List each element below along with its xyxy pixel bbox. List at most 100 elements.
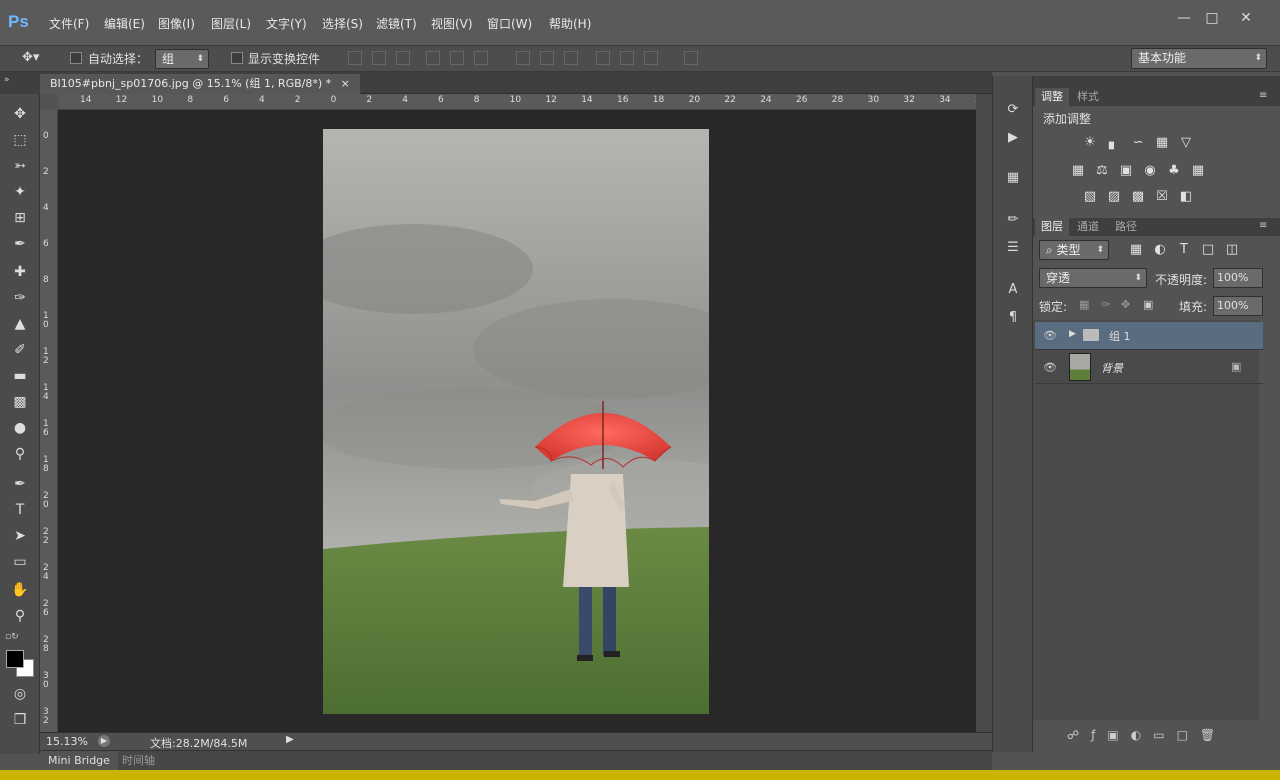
gradient-tool-icon[interactable]: ▩ (8, 390, 32, 414)
layers-menu-icon[interactable]: ≡ (1259, 220, 1267, 231)
lock-image-icon[interactable]: ✑ (1101, 298, 1110, 311)
filter-shape-icon[interactable]: □ (1199, 241, 1217, 259)
properties-panel-icon[interactable]: ▦ (1003, 168, 1023, 188)
distribute-right-icon[interactable] (644, 51, 658, 65)
gradient-map-icon[interactable]: ☒ (1153, 188, 1171, 206)
menu-image[interactable]: 图像(I) (156, 14, 197, 34)
document-tab[interactable]: BI105#pbnj_sp01706.jpg @ 15.1% (组 1, RGB… (40, 74, 360, 94)
new-adjustment-icon[interactable]: ◐ (1131, 728, 1153, 742)
auto-select-dropdown[interactable]: 组 (155, 49, 209, 69)
tab-paths[interactable]: 路径 (1109, 218, 1143, 236)
distribute-bottom-icon[interactable] (564, 51, 578, 65)
pen-tool-icon[interactable]: ✒ (8, 472, 32, 496)
status-info-icon[interactable]: ▶ (98, 735, 110, 747)
foreground-color-swatch[interactable] (6, 650, 24, 668)
distribute-hcenter-icon[interactable] (620, 51, 634, 65)
hue-saturation-icon[interactable]: ▦ (1069, 162, 1087, 180)
tab-mini-bridge[interactable]: Mini Bridge (40, 751, 118, 771)
eye-icon[interactable]: 👁 (1043, 362, 1059, 374)
vibrance-icon[interactable]: ▽ (1177, 134, 1195, 152)
move-tool-preset-icon[interactable]: ✥▾ (22, 50, 39, 65)
align-left-icon[interactable] (426, 51, 440, 65)
menu-layer[interactable]: 图层(L) (209, 14, 253, 34)
type-tool-icon[interactable]: T (8, 498, 32, 522)
align-vcenter-icon[interactable] (372, 51, 386, 65)
layer-row-background[interactable]: 👁 背景 ▣ (1035, 350, 1263, 384)
character-panel-icon[interactable]: A (1003, 280, 1023, 300)
path-selection-tool-icon[interactable]: ➤ (8, 524, 32, 548)
exposure-icon[interactable]: ▦ (1153, 134, 1171, 152)
align-top-icon[interactable] (348, 51, 362, 65)
magic-wand-tool-icon[interactable]: ✦ (8, 180, 32, 204)
filter-adjustment-icon[interactable]: ◐ (1151, 241, 1169, 259)
menu-help[interactable]: 帮助(H) (547, 14, 593, 34)
auto-select-checkbox[interactable] (70, 52, 82, 64)
history-brush-tool-icon[interactable]: ✐ (8, 338, 32, 362)
menu-edit[interactable]: 编辑(E) (102, 14, 147, 34)
distribute-left-icon[interactable] (596, 51, 610, 65)
hand-tool-icon[interactable]: ✋ (8, 578, 32, 602)
healing-brush-tool-icon[interactable]: ✚ (8, 260, 32, 284)
tab-channels[interactable]: 通道 (1071, 218, 1105, 236)
default-colors-icon[interactable]: ▫↻ (5, 632, 19, 642)
eyedropper-tool-icon[interactable]: ✒ (8, 232, 32, 256)
blur-tool-icon[interactable]: ● (8, 416, 32, 440)
tab-layers[interactable]: 图层 (1035, 218, 1069, 236)
tab-timeline[interactable]: 时间轴 (116, 751, 161, 771)
panel-menu-icon[interactable]: ≡ (1259, 90, 1267, 101)
brightness-contrast-icon[interactable]: ☀ (1081, 134, 1099, 152)
filter-type-icon[interactable]: T (1175, 241, 1193, 259)
lasso-tool-icon[interactable]: ➳ (8, 154, 32, 178)
marquee-tool-icon[interactable]: ⬚ (8, 128, 32, 152)
opacity-field[interactable]: 100% (1213, 268, 1263, 288)
menu-file[interactable]: 文件(F) (47, 14, 91, 34)
layer-name[interactable]: 背景 (1101, 360, 1123, 376)
screen-mode-icon[interactable]: ❒ (8, 708, 32, 732)
selective-color-icon[interactable]: ◧ (1177, 188, 1195, 206)
paragraph-panel-icon[interactable]: ¶ (1003, 308, 1023, 328)
show-transform-checkbox[interactable] (231, 52, 243, 64)
actions-panel-icon[interactable]: ▶ (1003, 128, 1023, 148)
fx-icon[interactable]: ƒ (1091, 728, 1107, 742)
brush-presets-icon[interactable]: ☰ (1003, 238, 1023, 258)
clone-stamp-tool-icon[interactable]: ▲ (8, 312, 32, 336)
move-tool-icon[interactable]: ✥ (8, 102, 32, 126)
link-layers-icon[interactable]: ☍ (1067, 728, 1091, 742)
brush-tool-icon[interactable]: ✑ (8, 286, 32, 310)
lock-all-icon[interactable]: ▣ (1143, 298, 1153, 311)
posterize-icon[interactable]: ▨ (1105, 188, 1123, 206)
auto-align-icon[interactable] (684, 51, 698, 65)
tab-adjustments[interactable]: 调整 (1035, 88, 1069, 106)
channel-mixer-icon[interactable]: ♣ (1165, 162, 1183, 180)
photo-filter-icon[interactable]: ◉ (1141, 162, 1159, 180)
distribute-top-icon[interactable] (516, 51, 530, 65)
history-panel-icon[interactable]: ⟳ (1003, 100, 1023, 120)
collapse-icon[interactable]: » (4, 75, 10, 85)
brush-panel-icon[interactable]: ✏ (1003, 210, 1023, 230)
levels-icon[interactable]: ▖ (1105, 134, 1123, 152)
blend-mode-dropdown[interactable]: 穿透 (1039, 268, 1147, 288)
fill-field[interactable]: 100% (1213, 296, 1263, 316)
lock-transparent-icon[interactable]: ▦ (1079, 298, 1089, 311)
canvas-area[interactable] (58, 110, 976, 732)
lock-position-icon[interactable]: ✥ (1121, 298, 1130, 311)
threshold-icon[interactable]: ▩ (1129, 188, 1147, 206)
align-hcenter-icon[interactable] (450, 51, 464, 65)
disclosure-triangle-icon[interactable]: ▶ (1069, 329, 1076, 339)
rectangle-tool-icon[interactable]: ▭ (8, 550, 32, 574)
quick-mask-icon[interactable]: ◎ (8, 682, 32, 706)
close-icon[interactable]: ✕ (1232, 8, 1260, 28)
invert-icon[interactable]: ▧ (1081, 188, 1099, 206)
filter-pixel-icon[interactable]: ▦ (1127, 241, 1145, 259)
color-lookup-icon[interactable]: ▦ (1189, 162, 1207, 180)
vertical-scrollbar[interactable] (976, 94, 992, 732)
maximize-icon[interactable]: □ (1198, 8, 1226, 28)
zoom-tool-icon[interactable]: ⚲ (8, 604, 32, 628)
eye-icon[interactable]: 👁 (1043, 330, 1059, 342)
status-menu-arrow-icon[interactable]: ▶ (286, 734, 294, 745)
color-balance-icon[interactable]: ⚖ (1093, 162, 1111, 180)
menu-type[interactable]: 文字(Y) (264, 14, 309, 34)
filter-smart-object-icon[interactable]: ◫ (1223, 241, 1241, 259)
layer-row-group[interactable]: 👁 ▶ 组 1 (1035, 322, 1263, 350)
minimize-icon[interactable]: — (1170, 8, 1198, 28)
